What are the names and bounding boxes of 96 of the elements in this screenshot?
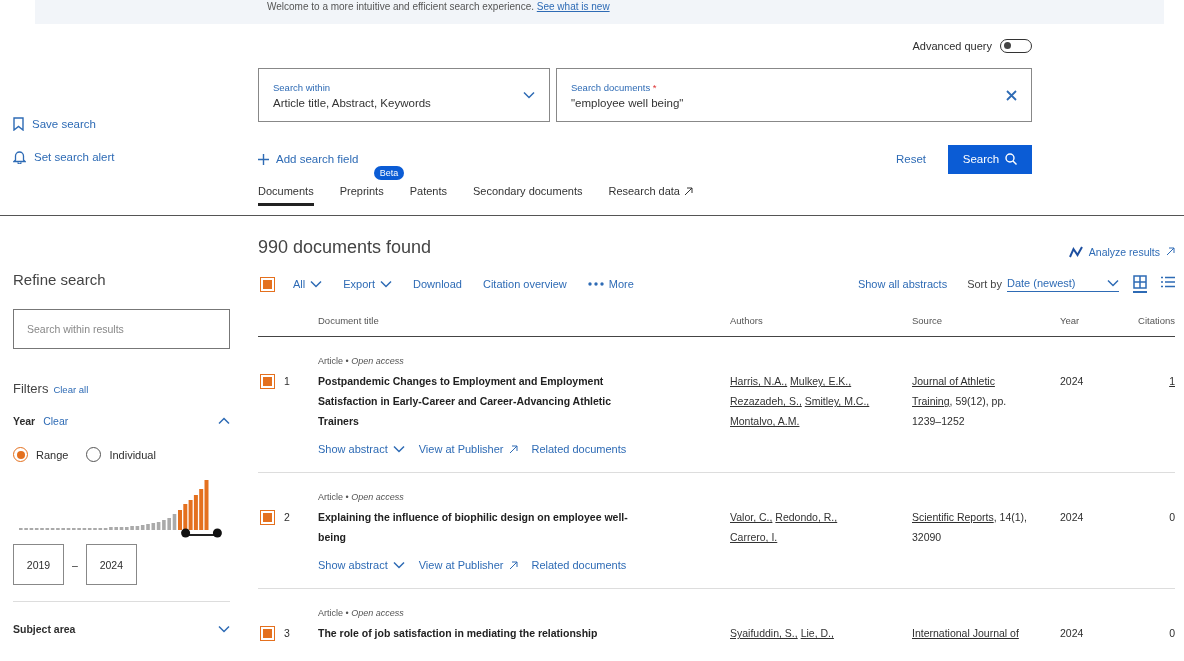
- external-link-icon: [508, 560, 518, 570]
- document-title-link[interactable]: The role of job satisfaction in mediating the relationship: [318, 623, 648, 643]
- source-text: International Journal of: [912, 626, 1020, 641]
- citations-count: 0: [1169, 511, 1175, 523]
- sort-dropdown[interactable]: Date (newest): [1007, 276, 1119, 292]
- results-count: 990 documents found: [258, 237, 432, 258]
- bookmark-icon: [13, 117, 24, 131]
- source-text: Scientific Reports, 14(1), 32090: [912, 510, 1028, 545]
- year-filter-heading: Year: [13, 415, 36, 427]
- chevron-down-icon: [1107, 278, 1119, 287]
- search-documents-field[interactable]: Search documents * "employee well being": [556, 68, 1032, 122]
- radio-option[interactable]: Range: [13, 447, 69, 462]
- related-documents-link[interactable]: Related documents: [531, 555, 627, 575]
- year-cell: 2024: [1060, 375, 1084, 387]
- chevron-down-icon: [392, 445, 405, 453]
- toolbar-link[interactable]: Download: [413, 278, 462, 290]
- reset-link[interactable]: Reset: [895, 153, 926, 165]
- year-from-field[interactable]: 2019: [13, 544, 64, 585]
- column-header: Year: [1060, 315, 1080, 326]
- clear-all-link[interactable]: Clear all: [53, 384, 89, 395]
- whats-new-link[interactable]: See what is new: [536, 1, 610, 12]
- refine-search-heading: Refine search: [13, 271, 107, 288]
- slider-handle[interactable]: [181, 528, 191, 538]
- select-all-menu[interactable]: All: [293, 278, 323, 290]
- subject-area-heading: Subject area: [13, 623, 76, 635]
- range-separator: –: [72, 558, 78, 571]
- chevron-down-icon: [310, 280, 323, 288]
- save-search-link[interactable]: Save search: [13, 117, 96, 131]
- row-number: 1: [284, 374, 290, 389]
- chevron-down-icon: [380, 280, 393, 288]
- tab[interactable]: Documents: [258, 185, 314, 206]
- year-to-field[interactable]: 2024: [85, 544, 137, 585]
- related-documents-link[interactable]: Related documents: [531, 439, 627, 459]
- clear-link[interactable]: Clear: [43, 415, 69, 427]
- analyze-results-link[interactable]: Analyze results: [1068, 245, 1175, 258]
- row-checkbox[interactable]: [260, 626, 275, 641]
- tab[interactable]: Preprints: [339, 185, 384, 206]
- add-search-field-link[interactable]: Add search field: [258, 153, 359, 165]
- search-within-results-field[interactable]: Search within results: [13, 309, 230, 349]
- document-type: Article • Open access: [318, 355, 405, 368]
- publisher-link[interactable]: View at Publisher: [418, 555, 518, 575]
- document-type: Article • Open access: [318, 491, 405, 504]
- advanced-query-label: Advanced query: [912, 40, 992, 52]
- search-icon: [1005, 153, 1018, 165]
- tab[interactable]: Patents: [409, 185, 447, 206]
- authors-list: Harris, N.A., Mulkey, E.K., Rezazadeh, S., Smitley, M.C., Montalvo, A.M.: [730, 371, 880, 431]
- document-title-link[interactable]: Explaining the influence of biophilic design on employee well-being: [318, 507, 648, 547]
- year-cell: 2024: [1060, 511, 1084, 523]
- row-number: 3: [284, 626, 290, 641]
- citations-count[interactable]: 1: [1169, 375, 1175, 387]
- select-all-checkbox[interactable]: [260, 276, 275, 292]
- sort-label: Sort by: [967, 278, 1002, 290]
- show-abstract-link[interactable]: Show abstract: [318, 555, 405, 575]
- column-header: Document title: [318, 315, 379, 326]
- chevron-down-icon: [392, 561, 405, 569]
- show-all-abstracts-link[interactable]: Show all abstracts: [857, 278, 948, 290]
- radio-option[interactable]: Individual: [86, 447, 156, 462]
- show-abstract-link[interactable]: Show abstract: [318, 439, 405, 459]
- source-text: Journal of Athletic Training, 59(12), pp. 1239–1252: [912, 374, 1008, 429]
- grid-view-icon: [1133, 275, 1147, 289]
- document-title-link[interactable]: Postpandemic Changes to Employment and Employment Satisfaction in Early-Career and Career-Advancing Athletic Trainers: [318, 371, 648, 431]
- search-within-dropdown[interactable]: Search within Article title, Abstract, Keywords: [258, 68, 550, 122]
- chevron-up-icon: [218, 417, 230, 425]
- clear-icon[interactable]: [1006, 89, 1017, 101]
- filters-heading: Filters: [13, 381, 49, 396]
- column-header: Authors: [730, 315, 763, 326]
- list-view-icon: [1161, 276, 1175, 288]
- citations-count: 0: [1169, 627, 1175, 639]
- external-link-icon: [508, 444, 518, 454]
- year-cell: 2024: [1060, 627, 1084, 639]
- more-menu[interactable]: More: [587, 278, 634, 290]
- tab[interactable]: Research data: [608, 185, 693, 206]
- banner-message: Welcome to a more intuitive and efficient search experience. See what is new: [266, 0, 611, 12]
- search-alert-link[interactable]: Set search alert: [13, 150, 115, 164]
- row-checkbox[interactable]: [260, 374, 275, 389]
- chevron-down-icon: [218, 625, 230, 633]
- document-type: Article • Open access: [318, 607, 405, 620]
- beta-badge: Beta: [373, 166, 405, 180]
- authors-list: Syaifuddin, S., Lie, D.,: [730, 623, 880, 643]
- row-checkbox[interactable]: [260, 510, 275, 525]
- row-number: 2: [284, 510, 290, 525]
- tab[interactable]: Secondary documents: [473, 185, 583, 206]
- export-menu[interactable]: Export: [343, 278, 393, 290]
- authors-list: Valor, C., Redondo, R., Carrero, I.: [730, 507, 880, 547]
- column-header: Source: [912, 315, 943, 326]
- plus-icon: [258, 153, 269, 165]
- search-button[interactable]: Search: [948, 144, 1032, 174]
- more-icon: [587, 282, 604, 286]
- publisher-link[interactable]: View at Publisher: [418, 439, 518, 459]
- slider-handle[interactable]: [212, 528, 222, 538]
- chevron-down-icon: [523, 91, 535, 99]
- toolbar-link[interactable]: Citation overview: [482, 278, 567, 290]
- column-header: Citations: [1138, 315, 1175, 326]
- trend-icon: [1068, 245, 1083, 258]
- external-link-icon: [1166, 247, 1175, 256]
- bell-icon: [13, 150, 26, 164]
